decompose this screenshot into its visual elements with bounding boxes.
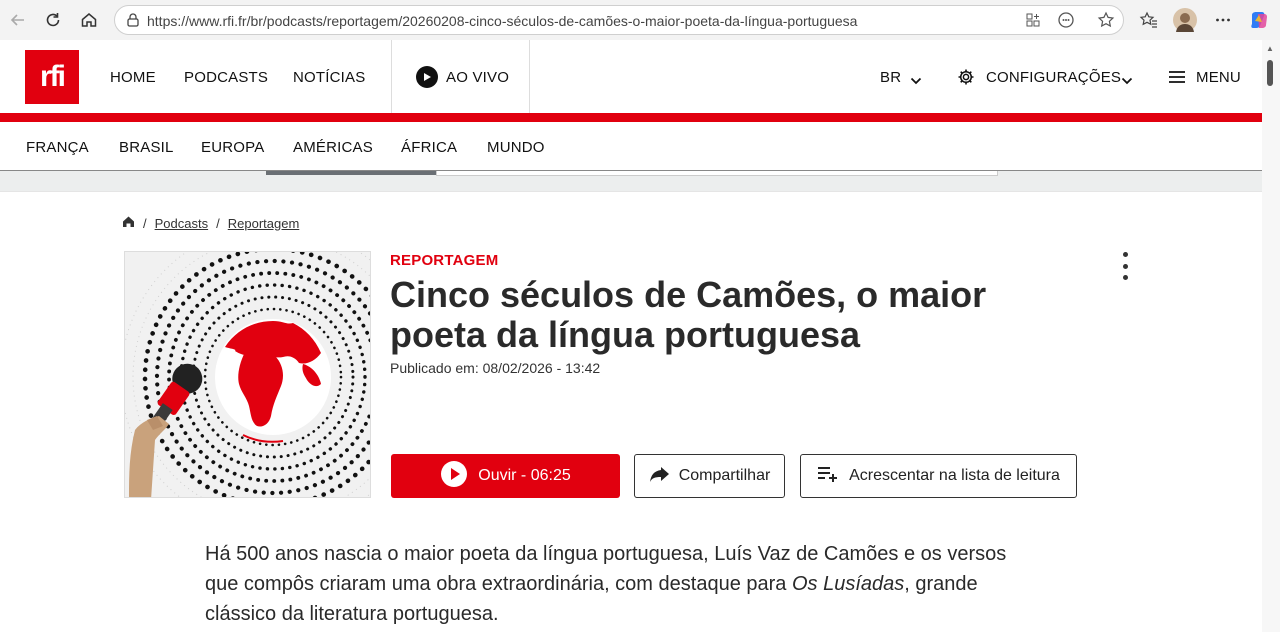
breadcrumb-reportagem[interactable]: Reportagem [228, 216, 300, 231]
home-icon[interactable] [77, 8, 101, 32]
ad-image[interactable] [266, 171, 436, 175]
subnav-americas[interactable]: AMÉRICAS [293, 139, 373, 156]
url-text: https://www.rfi.fr/br/podcasts/reportage… [147, 13, 858, 29]
play-icon [440, 460, 468, 493]
reading-list-label: Acrescentar na lista de leitura [849, 467, 1060, 484]
chevron-down-icon[interactable] [910, 72, 922, 90]
share-button[interactable]: Compartilhar [634, 454, 785, 498]
more-icon[interactable] [1212, 9, 1234, 31]
subnav-mundo[interactable]: MUNDO [487, 139, 545, 156]
copilot-icon[interactable] [1248, 9, 1270, 31]
subnav-africa[interactable]: ÁFRICA [401, 139, 457, 156]
book-title: Os Lusíadas [791, 573, 905, 595]
breadcrumb-separator: / [216, 215, 220, 231]
nav-noticias[interactable]: NOTÍCIAS [293, 69, 365, 86]
chevron-down-icon[interactable] [1121, 72, 1133, 90]
subnav-brasil[interactable]: BRASIL [119, 139, 174, 156]
cover-illustration [125, 252, 370, 497]
ad-box[interactable] [436, 171, 998, 176]
nav-podcasts[interactable]: PODCASTS [184, 69, 268, 86]
menu-button[interactable]: MENU [1196, 69, 1241, 86]
add-to-reading-list-button[interactable]: Acrescentar na lista de leitura [800, 454, 1077, 498]
article-title: Cinco séculos de Camões, o maior poeta d… [390, 274, 987, 355]
listen-label: Ouvir - 06:25 [478, 467, 571, 484]
browser-toolbar: https://www.rfi.fr/br/podcasts/reportage… [0, 0, 1280, 40]
live-play-icon[interactable] [416, 66, 438, 88]
content-divider [0, 191, 1262, 192]
nav-live[interactable]: AO VIVO [446, 69, 509, 86]
apps-icon[interactable] [1025, 12, 1041, 33]
emoji-icon[interactable] [1057, 11, 1075, 34]
header-accent-bar [0, 113, 1262, 122]
subnav-franca[interactable]: FRANÇA [26, 139, 89, 156]
settings-link[interactable]: CONFIGURAÇÕES [986, 69, 1121, 86]
avatar[interactable] [1173, 8, 1197, 32]
breadcrumb: / Podcasts / Reportagem [122, 215, 299, 231]
scrollbar-thumb[interactable] [1267, 60, 1273, 86]
rfi-logo[interactable]: rfi [25, 50, 79, 104]
breadcrumb-separator: / [143, 215, 147, 231]
nav-divider [529, 40, 530, 113]
playlist-add-icon [817, 465, 839, 488]
nav-divider [391, 40, 392, 113]
hamburger-icon[interactable] [1168, 70, 1186, 89]
scroll-up-icon[interactable]: ▲ [1266, 44, 1274, 53]
address-bar[interactable]: https://www.rfi.fr/br/podcasts/reportage… [114, 5, 1124, 35]
favorite-star-icon[interactable] [1097, 11, 1115, 34]
site-info-icon[interactable] [125, 12, 141, 33]
share-icon [649, 465, 671, 488]
publish-date: Publicado em: 08/02/2026 - 13:42 [390, 360, 601, 376]
article-lead: Há 500 anos nascia o maior poeta da líng… [205, 543, 1007, 625]
breadcrumb-podcasts[interactable]: Podcasts [155, 216, 208, 231]
lang-selector[interactable]: BR [880, 69, 901, 86]
back-icon[interactable] [6, 8, 30, 32]
listen-button[interactable]: Ouvir - 06:25 [391, 454, 620, 498]
share-label: Compartilhar [678, 467, 771, 484]
reload-icon[interactable] [41, 8, 65, 32]
nav-home[interactable]: HOME [110, 69, 156, 86]
gear-icon[interactable] [957, 68, 975, 91]
home-icon[interactable] [122, 215, 135, 231]
favorites-icon[interactable] [1138, 9, 1160, 31]
article-category[interactable]: REPORTAGEM [390, 252, 498, 269]
more-options-icon[interactable] [1116, 252, 1134, 280]
scrollbar[interactable] [1262, 40, 1280, 632]
podcast-cover-image [124, 251, 371, 498]
subnav-europa[interactable]: EUROPA [201, 139, 264, 156]
